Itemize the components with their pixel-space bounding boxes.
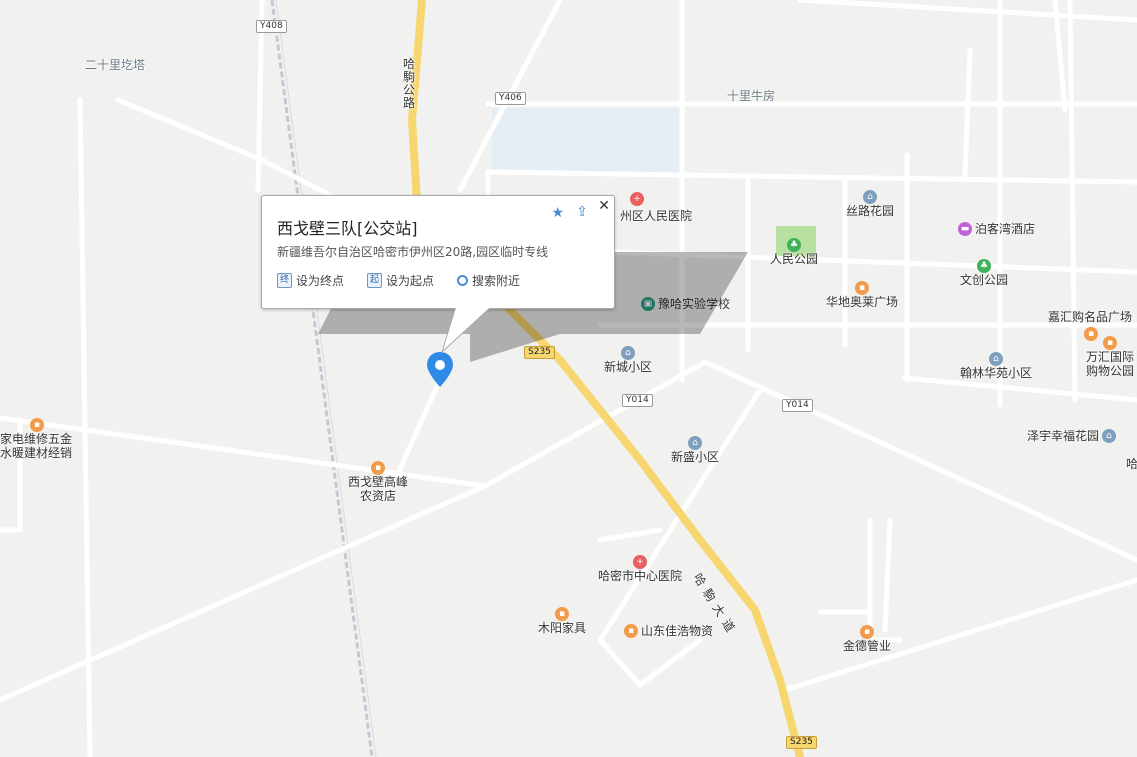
close-icon[interactable]: ✕ (598, 198, 610, 214)
start-icon: 起 (367, 273, 382, 288)
star-icon[interactable]: ★ (551, 205, 564, 221)
info-window: 西戈壁三队[公交站] ★ ⇪ ✕ 新疆维吾尔自治区哈密市伊州区20路,园区临时专… (261, 195, 615, 354)
info-window-address: 新疆维吾尔自治区哈密市伊州区20路,园区临时专线 (277, 245, 549, 259)
set-end-button[interactable]: 终 设为终点 (277, 272, 344, 289)
search-nearby-button[interactable]: 搜索附近 (457, 272, 520, 289)
end-icon: 终 (277, 273, 292, 288)
info-window-title: 西戈壁三队[公交站] (277, 219, 418, 238)
share-icon[interactable]: ⇪ (576, 204, 588, 220)
search-icon (457, 275, 468, 286)
info-window-pointer (440, 306, 494, 354)
set-end-label: 设为终点 (296, 274, 345, 288)
map-canvas[interactable]: Y408 Y406 Y014 Y014 S235 S235 哈駒公路 哈駒大道 … (0, 0, 1137, 757)
popup-shadow (318, 252, 748, 362)
set-start-button[interactable]: 起 设为起点 (367, 272, 434, 289)
location-pin-icon[interactable] (426, 352, 456, 390)
set-start-label: 设为起点 (386, 274, 435, 288)
search-nearby-label: 搜索附近 (472, 274, 521, 288)
